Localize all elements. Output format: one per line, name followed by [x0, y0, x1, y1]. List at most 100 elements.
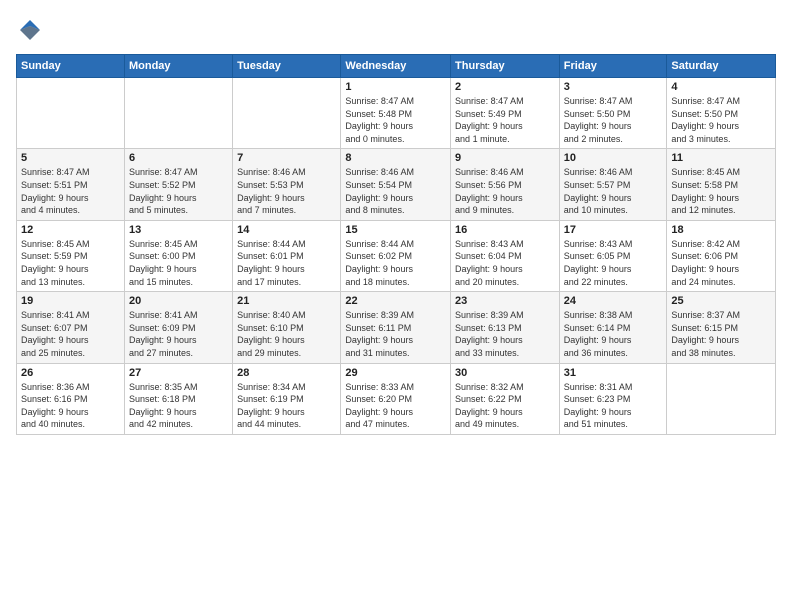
- calendar-cell: 20Sunrise: 8:41 AM Sunset: 6:09 PM Dayli…: [124, 292, 232, 363]
- calendar-cell: 15 Sunrise: 8:44 AM Sunset: 6:02 PM Dayli…: [341, 220, 451, 291]
- day-number: 3: [564, 81, 663, 93]
- day-number: 24: [564, 295, 663, 307]
- calendar-cell: 16 Sunrise: 8:43 AM Sunset: 6:04 PM Dayli…: [451, 220, 560, 291]
- calendar-cell: 21 Sunrise: 8:40 AM Sunset: 6:10 PM Dayli…: [233, 292, 341, 363]
- weekday-wednesday: Wednesday: [341, 55, 451, 78]
- calendar-cell: 14Sunrise: 8:44 AM Sunset: 6:01 PM Dayli…: [233, 220, 341, 291]
- calendar-cell: 18 Sunrise: 8:42 AM Sunset: 6:06 PM Dayli…: [667, 220, 776, 291]
- day-number: 8: [345, 152, 446, 164]
- week-row-1: 1 Sunrise: 8:47 AM Sunset: 5:48 PM Daylig…: [17, 78, 776, 149]
- week-row-3: 12Sunrise: 8:45 AM Sunset: 5:59 PM Dayli…: [17, 220, 776, 291]
- calendar-cell: 22 Sunrise: 8:39 AM Sunset: 6:11 PM Dayli…: [341, 292, 451, 363]
- day-info: Sunrise: 8:41 AM Sunset: 6:07 PM Dayligh…: [21, 309, 120, 359]
- day-number: 27: [129, 367, 228, 379]
- calendar-cell: 30 Sunrise: 8:32 AM Sunset: 6:22 PM Dayli…: [451, 363, 560, 434]
- day-number: 10: [564, 152, 663, 164]
- day-number: 17: [564, 224, 663, 236]
- day-number: 13: [129, 224, 228, 236]
- weekday-saturday: Saturday: [667, 55, 776, 78]
- day-info: Sunrise: 8:47 AM Sunset: 5:50 PM Dayligh…: [671, 95, 771, 145]
- calendar-cell: 2 Sunrise: 8:47 AM Sunset: 5:49 PM Daylig…: [451, 78, 560, 149]
- week-row-4: 19 Sunrise: 8:41 AM Sunset: 6:07 PM Dayli…: [17, 292, 776, 363]
- calendar-cell: 1 Sunrise: 8:47 AM Sunset: 5:48 PM Daylig…: [341, 78, 451, 149]
- day-info: Sunrise: 8:34 AM Sunset: 6:19 PM Dayligh…: [237, 381, 336, 431]
- day-info: Sunrise: 8:37 AM Sunset: 6:15 PM Dayligh…: [671, 309, 771, 359]
- day-info: Sunrise: 8:39 AM Sunset: 6:11 PM Dayligh…: [345, 309, 446, 359]
- day-info: Sunrise: 8:42 AM Sunset: 6:06 PM Dayligh…: [671, 238, 771, 288]
- day-info: Sunrise: 8:47 AM Sunset: 5:51 PM Dayligh…: [21, 166, 120, 216]
- calendar-cell: 8 Sunrise: 8:46 AM Sunset: 5:54 PM Daylig…: [341, 149, 451, 220]
- day-number: 2: [455, 81, 555, 93]
- calendar-cell: 9 Sunrise: 8:46 AM Sunset: 5:56 PM Daylig…: [451, 149, 560, 220]
- calendar-cell: 13Sunrise: 8:45 AM Sunset: 6:00 PM Dayli…: [124, 220, 232, 291]
- day-info: Sunrise: 8:45 AM Sunset: 5:58 PM Dayligh…: [671, 166, 771, 216]
- page: SundayMondayTuesdayWednesdayThursdayFrid…: [0, 0, 792, 612]
- day-number: 9: [455, 152, 555, 164]
- day-number: 29: [345, 367, 446, 379]
- day-info: Sunrise: 8:47 AM Sunset: 5:52 PM Dayligh…: [129, 166, 228, 216]
- calendar-body: 1 Sunrise: 8:47 AM Sunset: 5:48 PM Daylig…: [17, 78, 776, 435]
- calendar-cell: 11Sunrise: 8:45 AM Sunset: 5:58 PM Dayli…: [667, 149, 776, 220]
- day-info: Sunrise: 8:40 AM Sunset: 6:10 PM Dayligh…: [237, 309, 336, 359]
- logo-icon: [16, 16, 44, 44]
- header: [16, 16, 776, 44]
- day-info: Sunrise: 8:46 AM Sunset: 5:57 PM Dayligh…: [564, 166, 663, 216]
- day-number: 16: [455, 224, 555, 236]
- calendar-cell: 17 Sunrise: 8:43 AM Sunset: 6:05 PM Dayli…: [559, 220, 667, 291]
- day-number: 19: [21, 295, 120, 307]
- calendar-cell: 28Sunrise: 8:34 AM Sunset: 6:19 PM Dayli…: [233, 363, 341, 434]
- calendar-cell: 4Sunrise: 8:47 AM Sunset: 5:50 PM Daylig…: [667, 78, 776, 149]
- day-info: Sunrise: 8:46 AM Sunset: 5:53 PM Dayligh…: [237, 166, 336, 216]
- day-number: 25: [671, 295, 771, 307]
- day-info: Sunrise: 8:43 AM Sunset: 6:04 PM Dayligh…: [455, 238, 555, 288]
- calendar-cell: 24 Sunrise: 8:38 AM Sunset: 6:14 PM Dayli…: [559, 292, 667, 363]
- day-number: 15: [345, 224, 446, 236]
- calendar-cell: 29 Sunrise: 8:33 AM Sunset: 6:20 PM Dayli…: [341, 363, 451, 434]
- weekday-tuesday: Tuesday: [233, 55, 341, 78]
- day-number: 22: [345, 295, 446, 307]
- day-number: 7: [237, 152, 336, 164]
- day-info: Sunrise: 8:45 AM Sunset: 5:59 PM Dayligh…: [21, 238, 120, 288]
- calendar-cell: 26 Sunrise: 8:36 AM Sunset: 6:16 PM Dayli…: [17, 363, 125, 434]
- day-info: Sunrise: 8:47 AM Sunset: 5:50 PM Dayligh…: [564, 95, 663, 145]
- weekday-thursday: Thursday: [451, 55, 560, 78]
- weekday-friday: Friday: [559, 55, 667, 78]
- day-info: Sunrise: 8:32 AM Sunset: 6:22 PM Dayligh…: [455, 381, 555, 431]
- day-number: 31: [564, 367, 663, 379]
- calendar-cell: 19 Sunrise: 8:41 AM Sunset: 6:07 PM Dayli…: [17, 292, 125, 363]
- calendar-cell: 27Sunrise: 8:35 AM Sunset: 6:18 PM Dayli…: [124, 363, 232, 434]
- week-row-5: 26 Sunrise: 8:36 AM Sunset: 6:16 PM Dayli…: [17, 363, 776, 434]
- day-number: 1: [345, 81, 446, 93]
- weekday-header: SundayMondayTuesdayWednesdayThursdayFrid…: [17, 55, 776, 78]
- day-info: Sunrise: 8:47 AM Sunset: 5:49 PM Dayligh…: [455, 95, 555, 145]
- day-number: 6: [129, 152, 228, 164]
- calendar-cell: 25 Sunrise: 8:37 AM Sunset: 6:15 PM Dayli…: [667, 292, 776, 363]
- day-info: Sunrise: 8:36 AM Sunset: 6:16 PM Dayligh…: [21, 381, 120, 431]
- calendar-cell: [17, 78, 125, 149]
- day-number: 5: [21, 152, 120, 164]
- day-number: 18: [671, 224, 771, 236]
- week-row-2: 5 Sunrise: 8:47 AM Sunset: 5:51 PM Daylig…: [17, 149, 776, 220]
- weekday-sunday: Sunday: [17, 55, 125, 78]
- day-info: Sunrise: 8:47 AM Sunset: 5:48 PM Dayligh…: [345, 95, 446, 145]
- calendar-cell: 23Sunrise: 8:39 AM Sunset: 6:13 PM Dayli…: [451, 292, 560, 363]
- calendar-cell: 6 Sunrise: 8:47 AM Sunset: 5:52 PM Daylig…: [124, 149, 232, 220]
- calendar-cell: 3 Sunrise: 8:47 AM Sunset: 5:50 PM Daylig…: [559, 78, 667, 149]
- day-info: Sunrise: 8:31 AM Sunset: 6:23 PM Dayligh…: [564, 381, 663, 431]
- day-info: Sunrise: 8:46 AM Sunset: 5:54 PM Dayligh…: [345, 166, 446, 216]
- calendar-cell: 5 Sunrise: 8:47 AM Sunset: 5:51 PM Daylig…: [17, 149, 125, 220]
- calendar-cell: 7 Sunrise: 8:46 AM Sunset: 5:53 PM Daylig…: [233, 149, 341, 220]
- day-number: 21: [237, 295, 336, 307]
- day-info: Sunrise: 8:43 AM Sunset: 6:05 PM Dayligh…: [564, 238, 663, 288]
- day-info: Sunrise: 8:46 AM Sunset: 5:56 PM Dayligh…: [455, 166, 555, 216]
- day-number: 23: [455, 295, 555, 307]
- weekday-monday: Monday: [124, 55, 232, 78]
- logo: [16, 16, 46, 44]
- day-number: 20: [129, 295, 228, 307]
- day-info: Sunrise: 8:38 AM Sunset: 6:14 PM Dayligh…: [564, 309, 663, 359]
- day-number: 14: [237, 224, 336, 236]
- day-number: 30: [455, 367, 555, 379]
- day-number: 26: [21, 367, 120, 379]
- day-info: Sunrise: 8:33 AM Sunset: 6:20 PM Dayligh…: [345, 381, 446, 431]
- day-info: Sunrise: 8:44 AM Sunset: 6:02 PM Dayligh…: [345, 238, 446, 288]
